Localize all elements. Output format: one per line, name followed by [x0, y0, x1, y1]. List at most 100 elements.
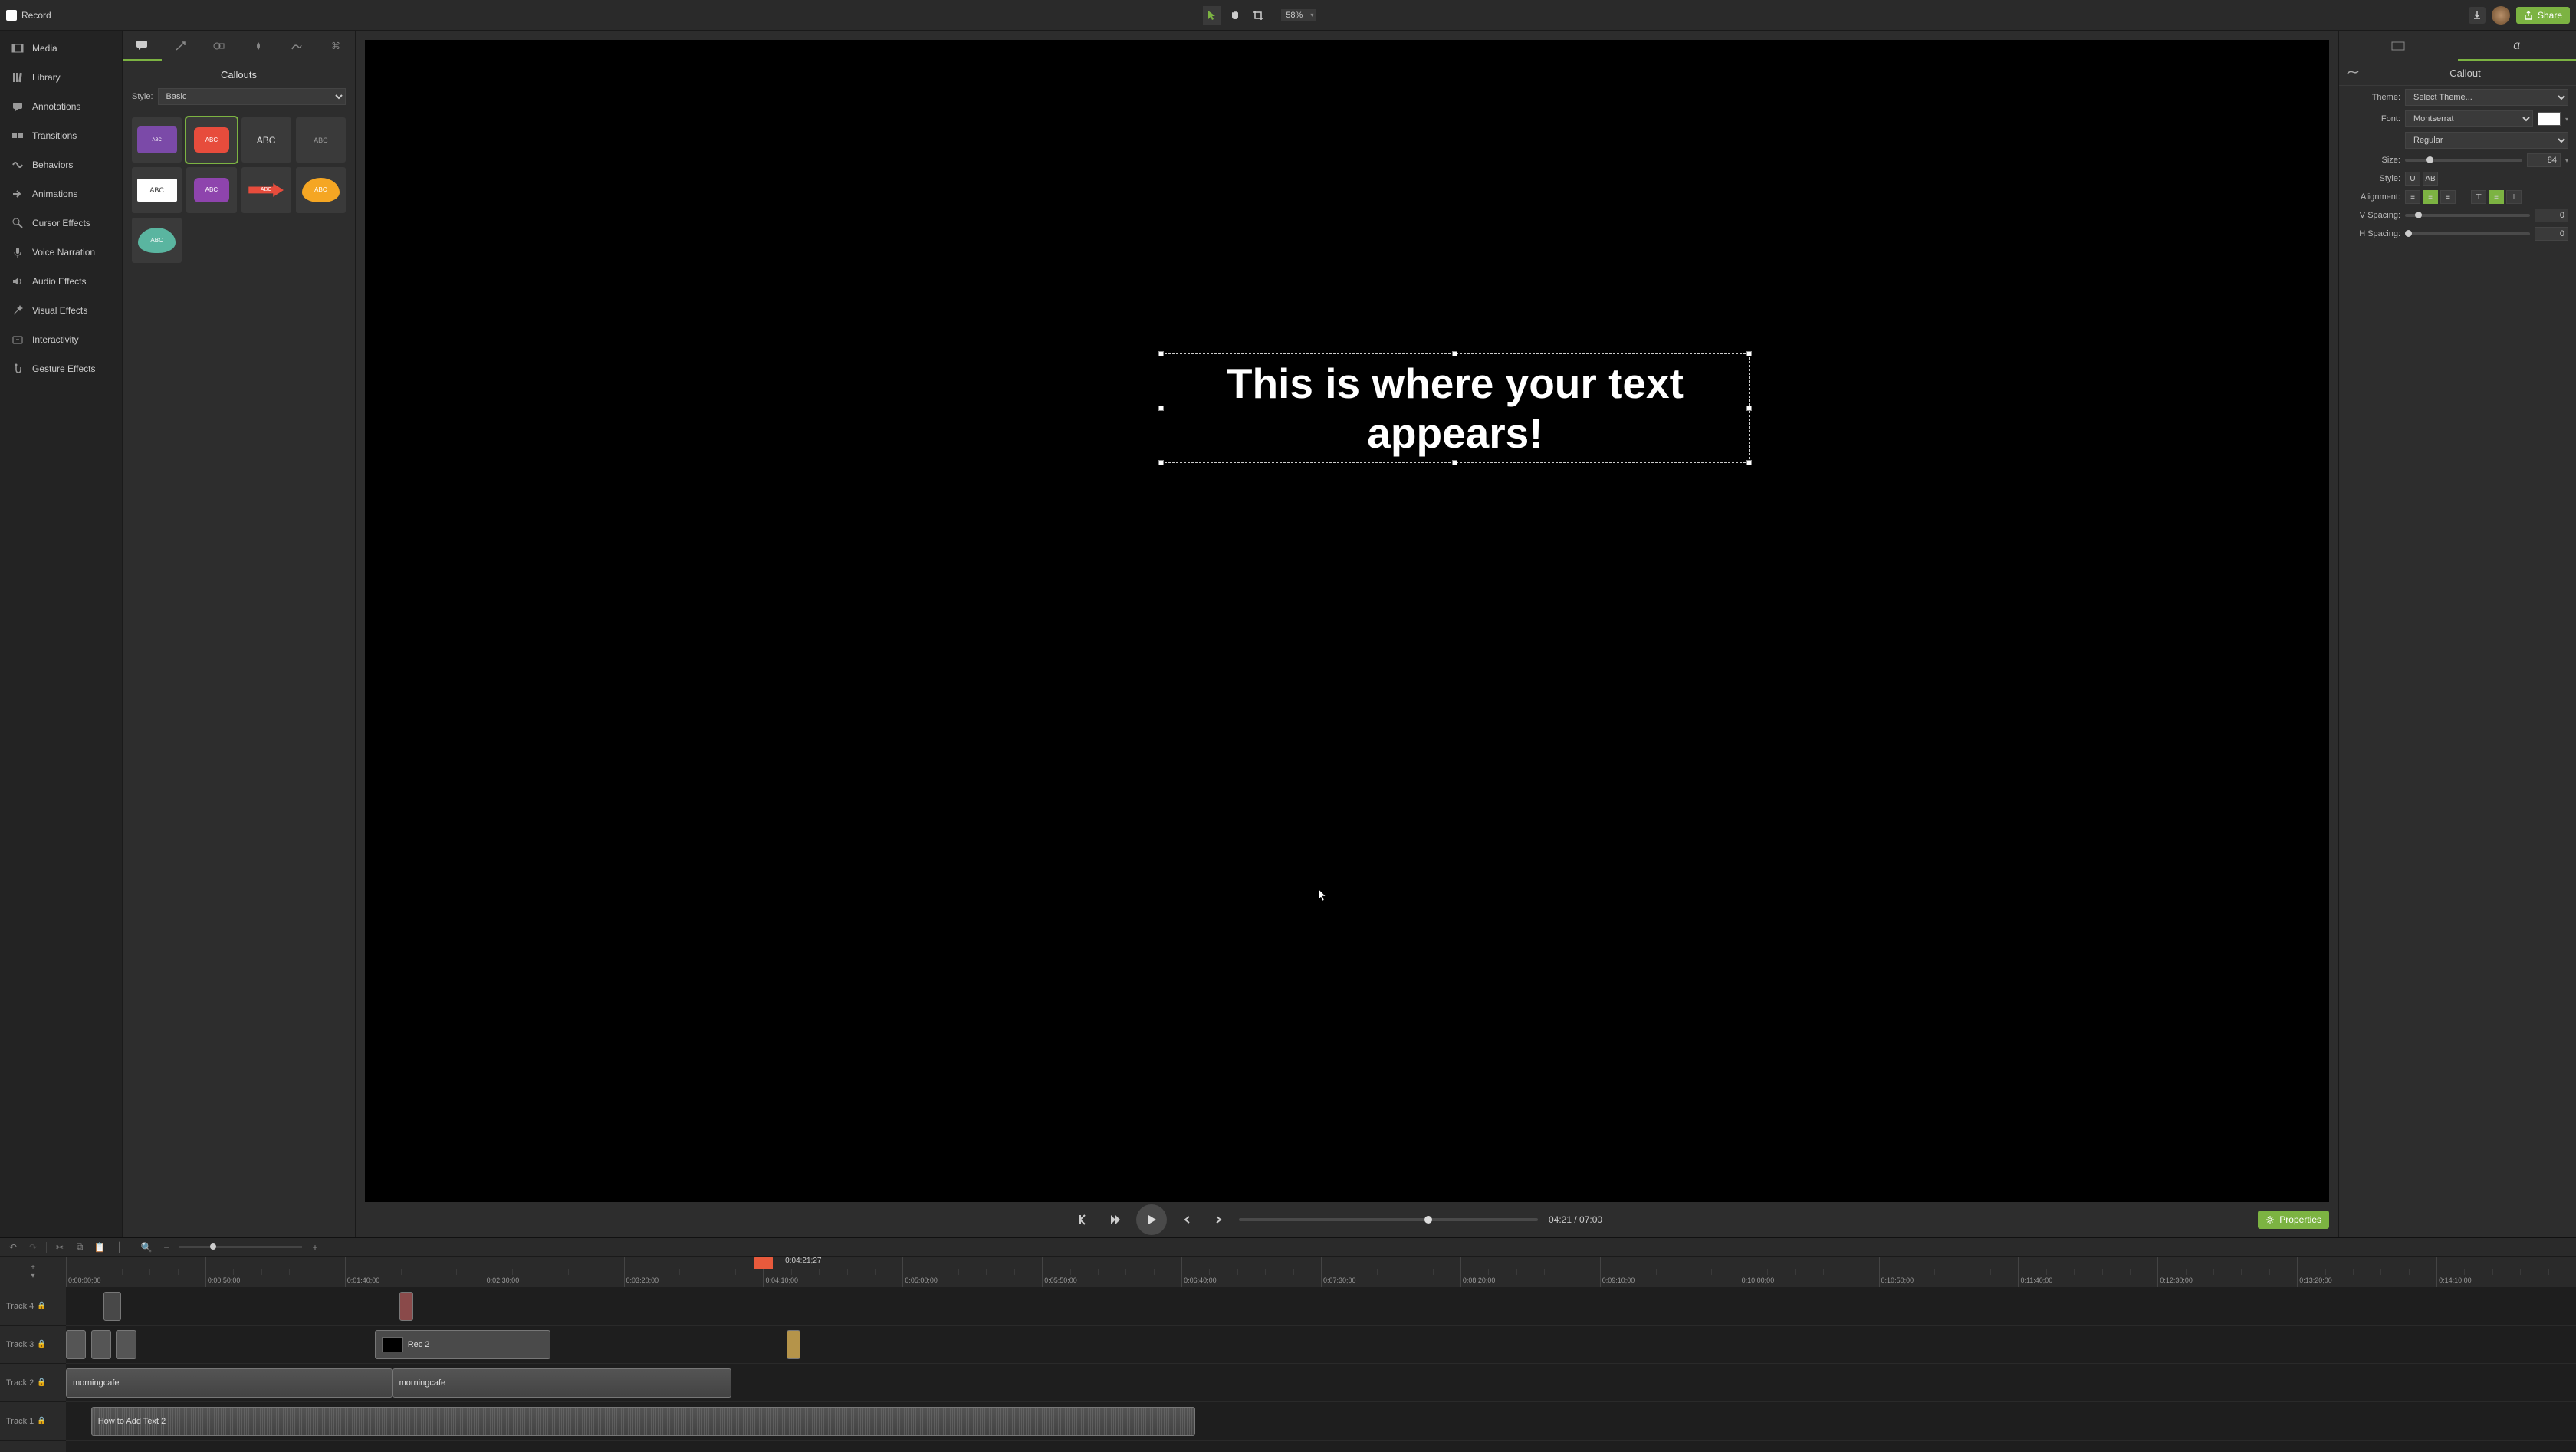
font-weight-select[interactable]: Regular — [2405, 132, 2568, 149]
sidebar-item-cursor-effects[interactable]: Cursor Effects — [0, 209, 122, 238]
vspacing-slider[interactable] — [2405, 214, 2530, 217]
align-left-button[interactable]: ≡ — [2405, 190, 2420, 204]
hspacing-input[interactable] — [2535, 227, 2568, 241]
record-button[interactable]: Record — [6, 10, 51, 21]
clip-rec2[interactable]: Rec 2 — [375, 1330, 550, 1359]
canvas-text-callout[interactable]: This is where your text appears! — [1161, 353, 1750, 463]
prev-frame-button[interactable] — [1178, 1210, 1198, 1230]
callout-preset-6[interactable]: ABC — [186, 167, 236, 212]
clip-morningcafe-2[interactable]: morningcafe — [393, 1368, 731, 1398]
next-frame-button[interactable] — [1208, 1210, 1228, 1230]
playback-scrubber[interactable] — [1239, 1218, 1538, 1221]
forward-end-button[interactable] — [1106, 1210, 1125, 1230]
resize-handle[interactable] — [1452, 460, 1457, 465]
add-track-button[interactable]: + — [28, 1264, 38, 1272]
paste-button[interactable]: 📋 — [93, 1240, 107, 1254]
user-avatar[interactable] — [2492, 6, 2510, 25]
expand-tracks-button[interactable]: ▾ — [28, 1273, 38, 1280]
sidebar-item-interactivity[interactable]: Interactivity — [0, 325, 122, 354]
sidebar-item-library[interactable]: Library — [0, 63, 122, 92]
annotation-tab-shapes[interactable] — [200, 31, 239, 61]
resize-handle[interactable] — [1158, 351, 1164, 356]
properties-button[interactable]: Properties — [2258, 1211, 2329, 1229]
crop-tool[interactable] — [1249, 6, 1267, 25]
resize-handle[interactable] — [1158, 460, 1164, 465]
align-right-button[interactable]: ≡ — [2440, 190, 2456, 204]
lock-icon[interactable]: 🔒 — [37, 1417, 46, 1425]
sidebar-item-voice-narration[interactable]: Voice Narration — [0, 238, 122, 267]
vspacing-input[interactable] — [2535, 209, 2568, 222]
sidebar-item-behaviors[interactable]: Behaviors — [0, 150, 122, 179]
zoom-select[interactable]: 58% ▾ — [1281, 9, 1316, 21]
annotation-tab-keystroke[interactable]: ⌘ — [317, 31, 356, 61]
track-header-2[interactable]: Track 2🔒 — [0, 1364, 66, 1402]
props-tab-video[interactable] — [2339, 31, 2458, 61]
props-back-button[interactable] — [2347, 69, 2362, 78]
callout-preset-9[interactable]: ABC — [132, 218, 182, 263]
split-button[interactable]: ⎮ — [113, 1240, 127, 1254]
clip-marker[interactable] — [787, 1330, 800, 1359]
tracks-area[interactable]: Rec 2 morningcafe morningcafe How to Add… — [66, 1287, 2576, 1452]
sidebar-item-animations[interactable]: Animations — [0, 179, 122, 209]
sidebar-item-gesture-effects[interactable]: Gesture Effects — [0, 354, 122, 383]
lock-icon[interactable]: 🔒 — [37, 1340, 46, 1349]
tl-zoom-slider[interactable] — [179, 1246, 302, 1248]
theme-select[interactable]: Select Theme... — [2405, 89, 2568, 106]
annotation-tab-blur[interactable] — [239, 31, 278, 61]
callout-preset-1[interactable]: ABC — [132, 117, 182, 163]
size-input[interactable] — [2527, 153, 2561, 167]
size-slider[interactable] — [2405, 159, 2522, 162]
font-select[interactable]: Montserrat — [2405, 110, 2533, 127]
font-color-swatch[interactable] — [2538, 112, 2561, 126]
lock-icon[interactable]: 🔒 — [37, 1302, 46, 1310]
select-tool[interactable] — [1203, 6, 1221, 25]
callout-preset-2[interactable]: ABC — [186, 117, 236, 163]
annotation-tab-callouts[interactable] — [123, 31, 162, 61]
valign-bottom-button[interactable]: ⊥ — [2506, 190, 2522, 204]
download-button[interactable] — [2469, 7, 2486, 24]
canvas-stage[interactable]: This is where your text appears! — [365, 40, 2329, 1202]
track-header-3[interactable]: Track 3🔒 — [0, 1326, 66, 1364]
clip[interactable] — [399, 1292, 413, 1321]
sidebar-item-media[interactable]: Media — [0, 34, 122, 63]
redo-button[interactable]: ↷ — [26, 1240, 40, 1254]
resize-handle[interactable] — [1746, 351, 1752, 356]
resize-handle[interactable] — [1452, 351, 1457, 356]
share-button[interactable]: Share — [2516, 7, 2570, 24]
callout-preset-8[interactable]: ABC — [296, 167, 346, 212]
valign-top-button[interactable]: ⊤ — [2471, 190, 2486, 204]
sidebar-item-visual-effects[interactable]: Visual Effects — [0, 296, 122, 325]
strikethrough-button[interactable]: AB — [2423, 172, 2438, 186]
lock-icon[interactable]: 🔒 — [37, 1378, 46, 1387]
cut-button[interactable]: ✂ — [53, 1240, 67, 1254]
clip[interactable] — [104, 1292, 121, 1321]
callout-preset-7[interactable]: ABC — [242, 167, 291, 212]
track-header-1[interactable]: Track 1🔒 — [0, 1402, 66, 1441]
scrubber-thumb[interactable] — [1424, 1216, 1432, 1224]
clip[interactable] — [91, 1330, 111, 1359]
sidebar-item-audio-effects[interactable]: Audio Effects — [0, 267, 122, 296]
timeline-ruler[interactable]: 0:04:21;27 0:00:00;000:00:50;000:01:40;0… — [66, 1257, 2576, 1287]
valign-middle-button[interactable]: ≡ — [2489, 190, 2504, 204]
undo-button[interactable]: ↶ — [6, 1240, 20, 1254]
sidebar-item-annotations[interactable]: Annotations — [0, 92, 122, 121]
track-header-4[interactable]: Track 4🔒 — [0, 1287, 66, 1326]
hand-tool[interactable] — [1226, 6, 1244, 25]
clip-morningcafe-1[interactable]: morningcafe — [66, 1368, 393, 1398]
callout-preset-5[interactable]: ABC — [132, 167, 182, 212]
callout-preset-4[interactable]: ABC — [296, 117, 346, 163]
align-center-button[interactable]: ≡ — [2423, 190, 2438, 204]
copy-button[interactable]: ⧉ — [73, 1240, 87, 1254]
rewind-button[interactable] — [1075, 1210, 1095, 1230]
underline-button[interactable]: U — [2405, 172, 2420, 186]
sidebar-item-transitions[interactable]: Transitions — [0, 121, 122, 150]
props-tab-text[interactable]: a — [2458, 31, 2576, 61]
callout-preset-3[interactable]: ABC — [242, 117, 291, 163]
clip-howto[interactable]: How to Add Text 2 — [91, 1407, 1196, 1436]
hspacing-slider[interactable] — [2405, 232, 2530, 235]
play-button[interactable] — [1136, 1204, 1167, 1235]
resize-handle[interactable] — [1158, 406, 1164, 411]
tl-zoom-out[interactable]: − — [159, 1240, 173, 1254]
resize-handle[interactable] — [1746, 460, 1752, 465]
annotation-tab-arrows[interactable] — [162, 31, 201, 61]
